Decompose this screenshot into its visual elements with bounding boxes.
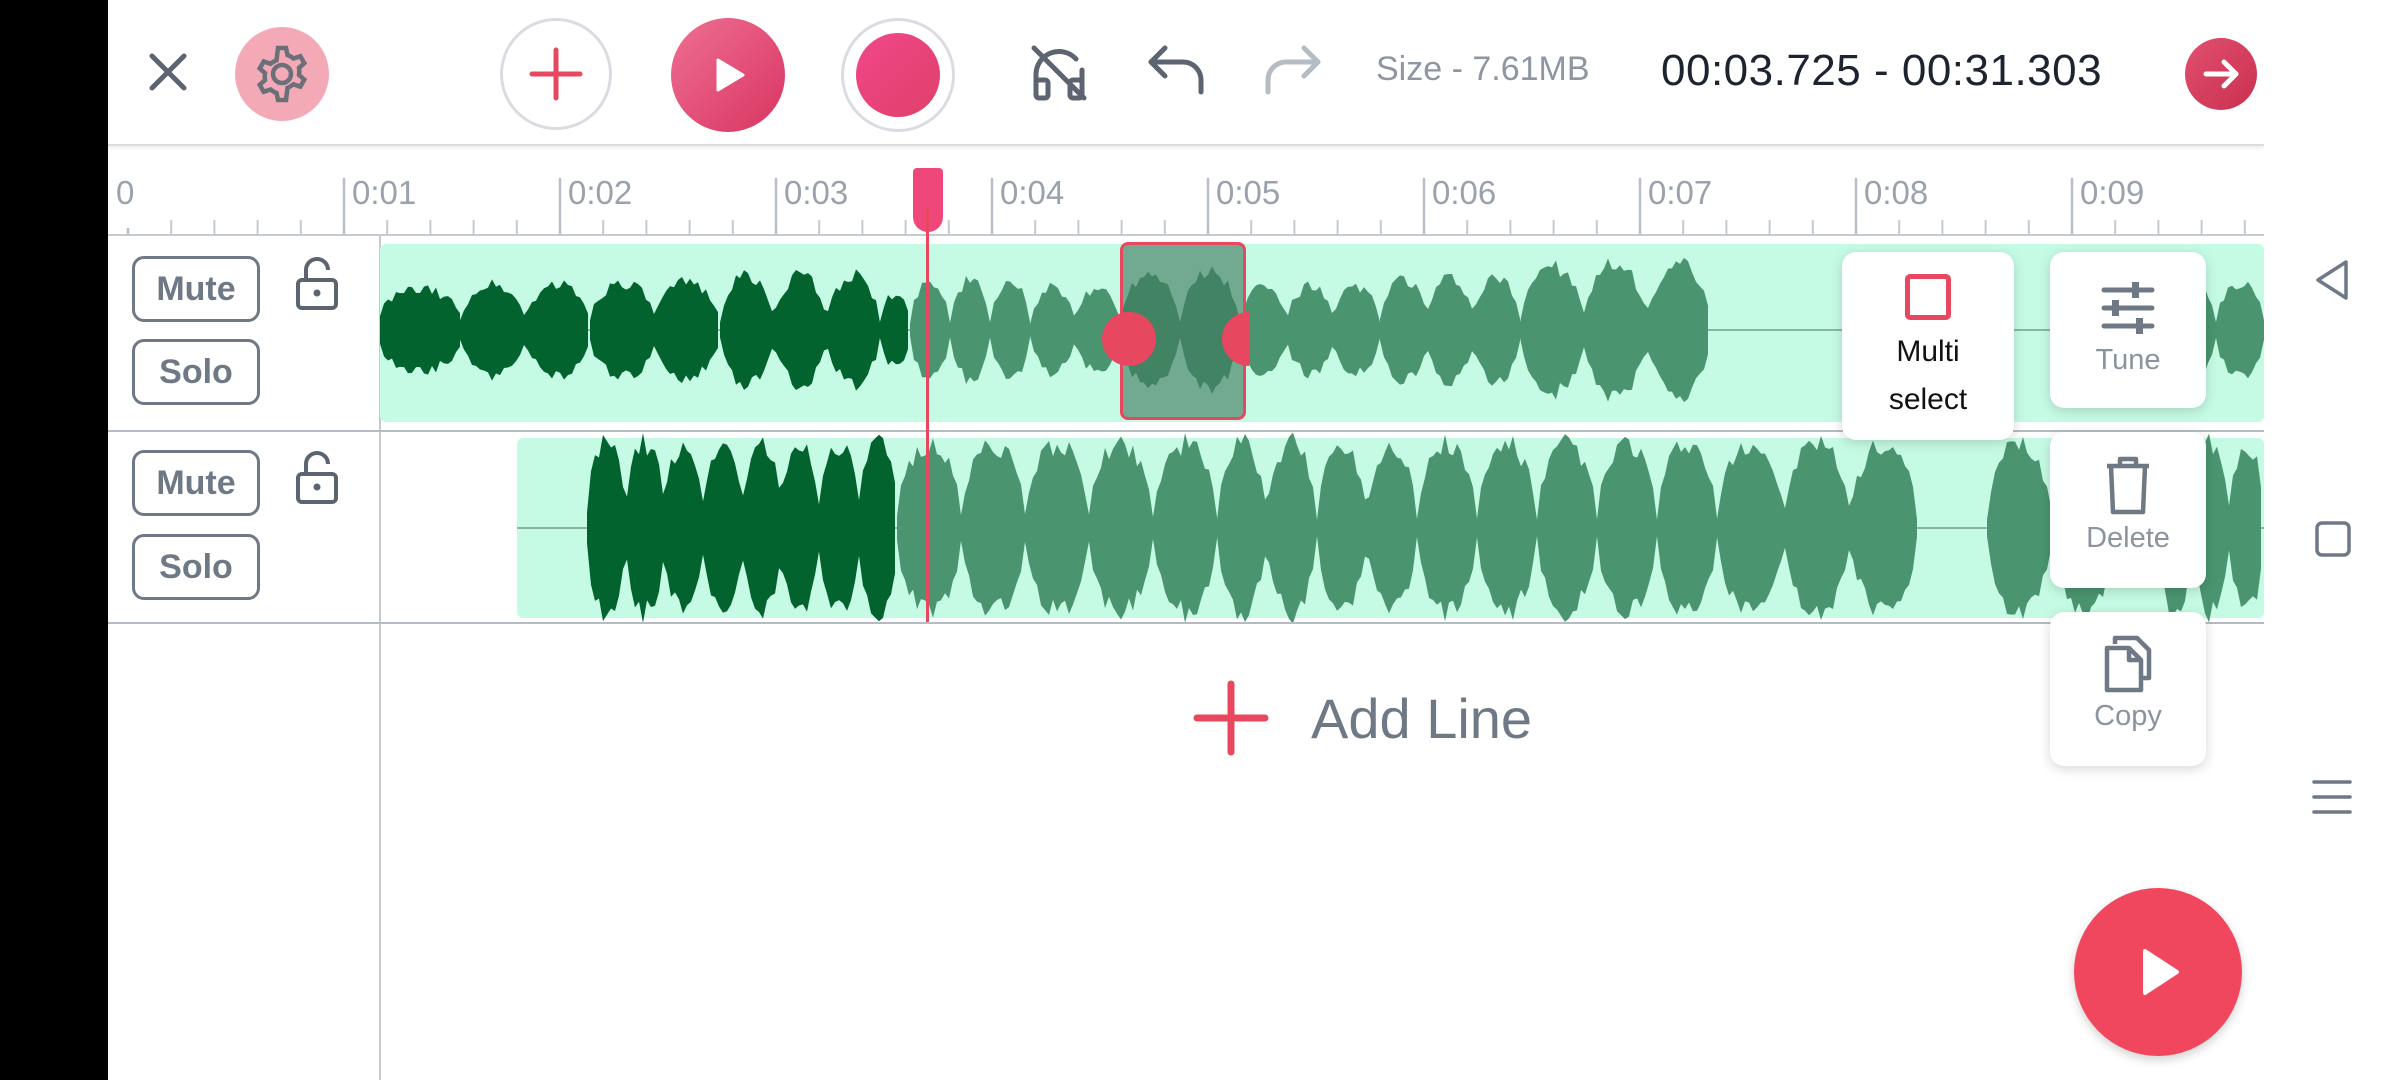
waveform-segment — [880, 295, 908, 365]
ruler-ticks — [126, 178, 2246, 234]
redo-button[interactable] — [1260, 40, 1326, 106]
back-button[interactable] — [2312, 258, 2352, 307]
tune-button[interactable]: Tune — [2050, 252, 2206, 408]
ruler-tick-label: 0:05 — [1216, 174, 1281, 211]
ruler-tick-label: 0:08 — [1864, 174, 1929, 211]
ruler-tick-label: 0:01 — [352, 174, 417, 211]
add-line-button[interactable]: Add Line — [1193, 680, 1532, 756]
ruler-tick-label: 0:04 — [1000, 174, 1065, 211]
lock-button[interactable] — [294, 450, 340, 511]
ruler-tick-label: 0:02 — [568, 174, 633, 211]
trash-icon — [2107, 456, 2149, 515]
ruler-tick-label: 0 — [116, 174, 135, 211]
delete-label: Delete — [2086, 522, 2170, 554]
close-button[interactable] — [142, 46, 194, 98]
ruler-tick-label: 0:09 — [2080, 174, 2145, 211]
record-button[interactable] — [841, 18, 955, 132]
copy-label: Copy — [2094, 700, 2162, 732]
redo-icon — [1265, 45, 1321, 95]
ruler-tick-label: 0:07 — [1648, 174, 1713, 211]
lock-open-icon — [296, 257, 338, 310]
playhead[interactable] — [913, 168, 943, 622]
menu-lines-icon — [2312, 780, 2352, 814]
waveform — [517, 432, 2264, 624]
waveform-segment — [1717, 435, 1917, 621]
copy-icon — [2104, 635, 2152, 693]
solo-button[interactable]: Solo — [132, 534, 260, 600]
waveform-segment — [1520, 257, 1708, 403]
home-button[interactable] — [2314, 520, 2352, 563]
mute-button[interactable]: Mute — [132, 450, 260, 516]
waveform-segment — [897, 433, 1217, 623]
add-icon — [1193, 680, 1269, 756]
delete-button[interactable]: Delete — [2050, 432, 2206, 588]
waveform-segment — [1380, 273, 1520, 387]
timeline-ruler[interactable]: 0 0:01 0:02 0:03 0:04 0:05 0:06 0:07 0:08 0:09 — [108, 148, 2264, 236]
waveform-segment — [720, 269, 880, 391]
top-toolbar: Size - 7.61MB 00:03.725 - 00:31.303 — [108, 0, 2264, 146]
play-icon — [2143, 949, 2179, 995]
ruler-tick-label: 0:03 — [784, 174, 849, 211]
waveform-segment — [1217, 432, 1417, 624]
tune-icon — [2101, 282, 2155, 334]
close-icon — [149, 53, 187, 91]
headphones-off-icon — [1031, 45, 1087, 101]
play-icon — [716, 58, 745, 92]
file-size: Size - 7.61MB — [1376, 50, 1590, 88]
monitor-toggle-button[interactable] — [1026, 40, 1092, 106]
waveform-segment — [587, 432, 895, 624]
play-button[interactable] — [671, 18, 785, 132]
waveform-segment — [380, 285, 460, 375]
system-nav-bar — [2264, 0, 2400, 1080]
track-divider — [108, 622, 2264, 624]
checkbox-icon — [1905, 274, 1951, 320]
multi-select-label: Multi select — [1888, 335, 1968, 416]
waveform-segment — [1240, 281, 1380, 379]
record-icon — [856, 33, 940, 117]
undo-icon — [1148, 45, 1204, 95]
mute-button[interactable]: Mute — [132, 256, 260, 322]
copy-button[interactable]: Copy — [2050, 612, 2206, 766]
add-icon — [529, 47, 583, 101]
waveform-segment — [460, 279, 588, 381]
waveform-segment — [590, 276, 718, 384]
track-row: Mute Solo — [108, 432, 2264, 624]
back-triangle-icon — [2316, 260, 2348, 300]
tune-label: Tune — [2095, 344, 2161, 376]
solo-button[interactable]: Solo — [132, 339, 260, 405]
undo-button[interactable] — [1143, 40, 1209, 106]
add-track-button[interactable] — [500, 18, 612, 130]
gear-icon — [256, 45, 308, 103]
lock-open-icon — [296, 451, 338, 504]
multi-select-button[interactable]: Multi select — [1842, 252, 2014, 440]
next-button[interactable] — [2185, 38, 2257, 110]
audio-editor: Size - 7.61MB 00:03.725 - 00:31.303 0 0:0… — [108, 0, 2264, 1080]
playhead-line — [926, 208, 929, 622]
arrow-right-icon — [2203, 59, 2239, 89]
lock-button[interactable] — [294, 256, 340, 317]
ruler-tick-label: 0:06 — [1432, 174, 1497, 211]
selection-start-handle[interactable] — [1102, 312, 1156, 366]
time-range: 00:03.725 - 00:31.303 — [1661, 46, 2103, 95]
recents-button[interactable] — [2310, 776, 2354, 823]
floating-play-button[interactable] — [2074, 888, 2242, 1056]
home-square-icon — [2315, 521, 2351, 557]
waveform-segment — [1417, 434, 1717, 622]
add-line-label: Add Line — [1311, 686, 1533, 750]
settings-button[interactable] — [235, 27, 329, 121]
